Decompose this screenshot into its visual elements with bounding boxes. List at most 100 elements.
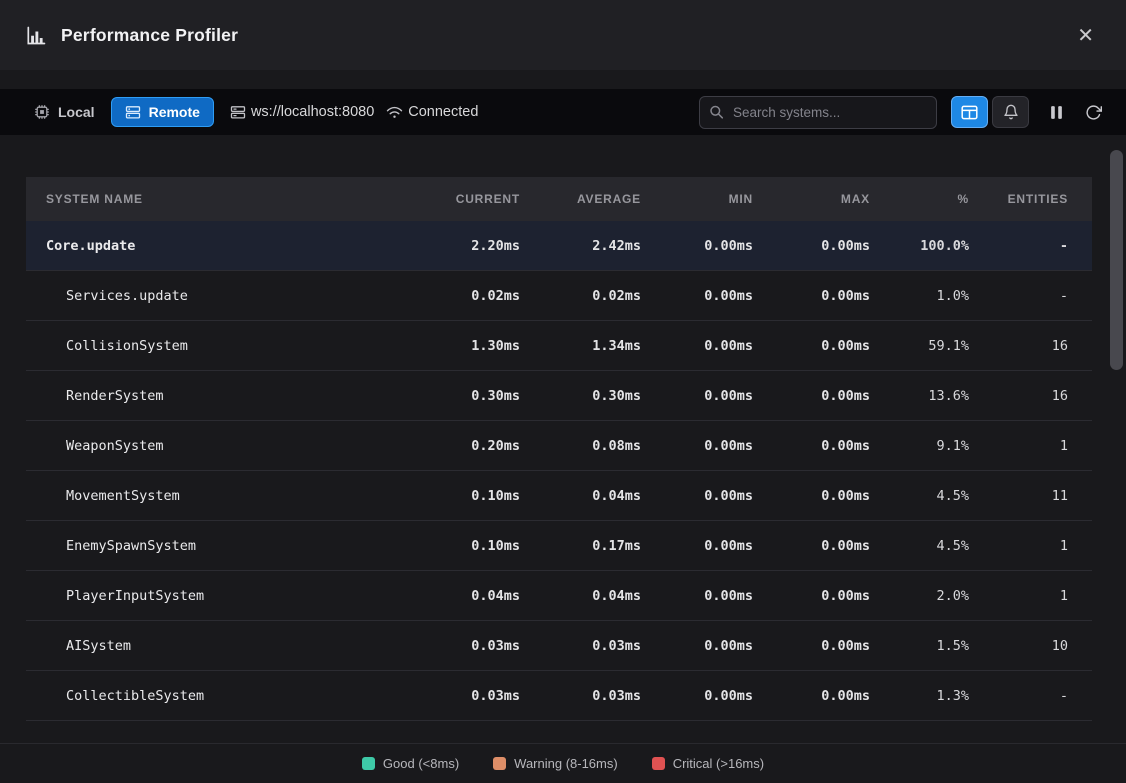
table-row[interactable]: RenderSystem0.30ms0.30ms0.00ms0.00ms13.6… xyxy=(26,371,1092,421)
table-row[interactable]: WeaponSystem0.20ms0.08ms0.00ms0.00ms9.1%… xyxy=(26,421,1092,471)
cpu-chip-icon xyxy=(34,104,50,120)
cell-current: 0.30ms xyxy=(408,388,520,404)
toolbar: Local Remote ws://localho xyxy=(0,89,1126,135)
refresh-button[interactable] xyxy=(1081,100,1106,125)
cell-max: 0.00ms xyxy=(753,238,870,254)
search-icon xyxy=(709,105,724,120)
cell-max: 0.00ms xyxy=(753,388,870,404)
column-header[interactable]: MAX xyxy=(753,192,870,206)
cell-min: 0.00ms xyxy=(641,238,753,254)
table-icon xyxy=(961,105,978,120)
cell-name: CollisionSystem xyxy=(46,338,408,354)
cell-current: 0.03ms xyxy=(408,638,520,654)
cell-percent: 4.5% xyxy=(870,538,969,554)
legend-label: Critical (>16ms) xyxy=(673,756,764,771)
table-row[interactable]: PlayerInputSystem0.04ms0.04ms0.00ms0.00m… xyxy=(26,571,1092,621)
table-header: SYSTEM NAMECURRENTAVERAGEMINMAX%ENTITIES xyxy=(26,177,1092,221)
cell-max: 0.00ms xyxy=(753,638,870,654)
cell-name: PlayerInputSystem xyxy=(46,588,408,604)
table-row[interactable]: Core.update2.20ms2.42ms0.00ms0.00ms100.0… xyxy=(26,221,1092,271)
cell-entities: 1 xyxy=(969,538,1068,554)
bar-chart-icon xyxy=(26,25,47,46)
close-button[interactable]: ✕ xyxy=(1071,21,1100,49)
window-title: Performance Profiler xyxy=(61,25,238,46)
table-row[interactable]: MovementSystem0.10ms0.04ms0.00ms0.00ms4.… xyxy=(26,471,1092,521)
cell-name: RenderSystem xyxy=(46,388,408,404)
cell-max: 0.00ms xyxy=(753,338,870,354)
column-header[interactable]: AVERAGE xyxy=(520,192,641,206)
bell-icon xyxy=(1003,104,1019,120)
column-header[interactable]: ENTITIES xyxy=(969,192,1068,206)
performance-profiler-window: Performance Profiler ✕ Local xyxy=(0,0,1126,721)
table-view-button[interactable] xyxy=(951,96,988,128)
legend-item: Critical (>16ms) xyxy=(652,756,764,771)
cell-percent: 9.1% xyxy=(870,438,969,454)
cell-percent: 13.6% xyxy=(870,388,969,404)
legend: Good (<8ms) Warning (8-16ms) Critical (>16… xyxy=(0,743,1126,783)
cell-current: 2.20ms xyxy=(408,238,520,254)
cell-current: 0.10ms xyxy=(408,488,520,504)
table-row[interactable]: CollectibleSystem0.03ms0.03ms0.00ms0.00m… xyxy=(26,671,1092,721)
column-header[interactable]: CURRENT xyxy=(408,192,520,206)
cell-average: 0.02ms xyxy=(520,288,641,304)
cell-percent: 2.0% xyxy=(870,588,969,604)
local-button[interactable]: Local xyxy=(20,97,109,127)
cell-min: 0.00ms xyxy=(641,638,753,654)
cell-percent: 4.5% xyxy=(870,488,969,504)
cell-min: 0.00ms xyxy=(641,288,753,304)
cell-entities: 1 xyxy=(969,588,1068,604)
cell-max: 0.00ms xyxy=(753,288,870,304)
cell-average: 1.34ms xyxy=(520,338,641,354)
cell-max: 0.00ms xyxy=(753,588,870,604)
cell-current: 0.02ms xyxy=(408,288,520,304)
column-header[interactable]: SYSTEM NAME xyxy=(46,192,408,206)
cell-current: 0.03ms xyxy=(408,688,520,704)
endpoint: ws://localhost:8080 xyxy=(230,104,374,120)
remote-button-label: Remote xyxy=(149,104,200,120)
cell-name: WeaponSystem xyxy=(46,438,408,454)
local-button-label: Local xyxy=(58,104,95,120)
notifications-button[interactable] xyxy=(992,96,1029,128)
pause-button[interactable] xyxy=(1046,101,1067,124)
scrollbar[interactable] xyxy=(1110,148,1123,733)
cell-min: 0.00ms xyxy=(641,488,753,504)
legend-swatch xyxy=(652,757,665,770)
search-box xyxy=(699,96,937,129)
search-input[interactable] xyxy=(699,96,937,129)
cell-entities: - xyxy=(969,238,1068,254)
column-header[interactable]: MIN xyxy=(641,192,753,206)
cell-entities: 16 xyxy=(969,388,1068,404)
cell-name: CollectibleSystem xyxy=(46,688,408,704)
cell-max: 0.00ms xyxy=(753,688,870,704)
connection-status: Connected xyxy=(386,104,478,120)
table-row[interactable]: CollisionSystem1.30ms1.34ms0.00ms0.00ms5… xyxy=(26,321,1092,371)
cell-min: 0.00ms xyxy=(641,438,753,454)
cell-current: 1.30ms xyxy=(408,338,520,354)
column-header[interactable]: % xyxy=(870,192,969,206)
cell-average: 2.42ms xyxy=(520,238,641,254)
cell-percent: 1.5% xyxy=(870,638,969,654)
cell-name: EnemySpawnSystem xyxy=(46,538,408,554)
scrollbar-thumb[interactable] xyxy=(1110,150,1123,370)
legend-label: Warning (8-16ms) xyxy=(514,756,618,771)
table-row[interactable]: AISystem0.03ms0.03ms0.00ms0.00ms1.5%10 xyxy=(26,621,1092,671)
legend-item: Good (<8ms) xyxy=(362,756,459,771)
cell-min: 0.00ms xyxy=(641,338,753,354)
remote-button[interactable]: Remote xyxy=(111,97,214,127)
server-icon xyxy=(125,105,141,120)
pause-icon xyxy=(1050,105,1063,120)
cell-percent: 1.0% xyxy=(870,288,969,304)
cell-average: 0.04ms xyxy=(520,588,641,604)
table-body: Core.update2.20ms2.42ms0.00ms0.00ms100.0… xyxy=(26,221,1092,721)
cell-entities: 1 xyxy=(969,438,1068,454)
cell-percent: 1.3% xyxy=(870,688,969,704)
cell-max: 0.00ms xyxy=(753,438,870,454)
cell-max: 0.00ms xyxy=(753,538,870,554)
wifi-icon xyxy=(386,106,403,119)
cell-current: 0.04ms xyxy=(408,588,520,604)
cell-min: 0.00ms xyxy=(641,538,753,554)
table-row[interactable]: Services.update0.02ms0.02ms0.00ms0.00ms1… xyxy=(26,271,1092,321)
legend-swatch xyxy=(493,757,506,770)
table-row[interactable]: EnemySpawnSystem0.10ms0.17ms0.00ms0.00ms… xyxy=(26,521,1092,571)
refresh-icon xyxy=(1085,104,1102,121)
